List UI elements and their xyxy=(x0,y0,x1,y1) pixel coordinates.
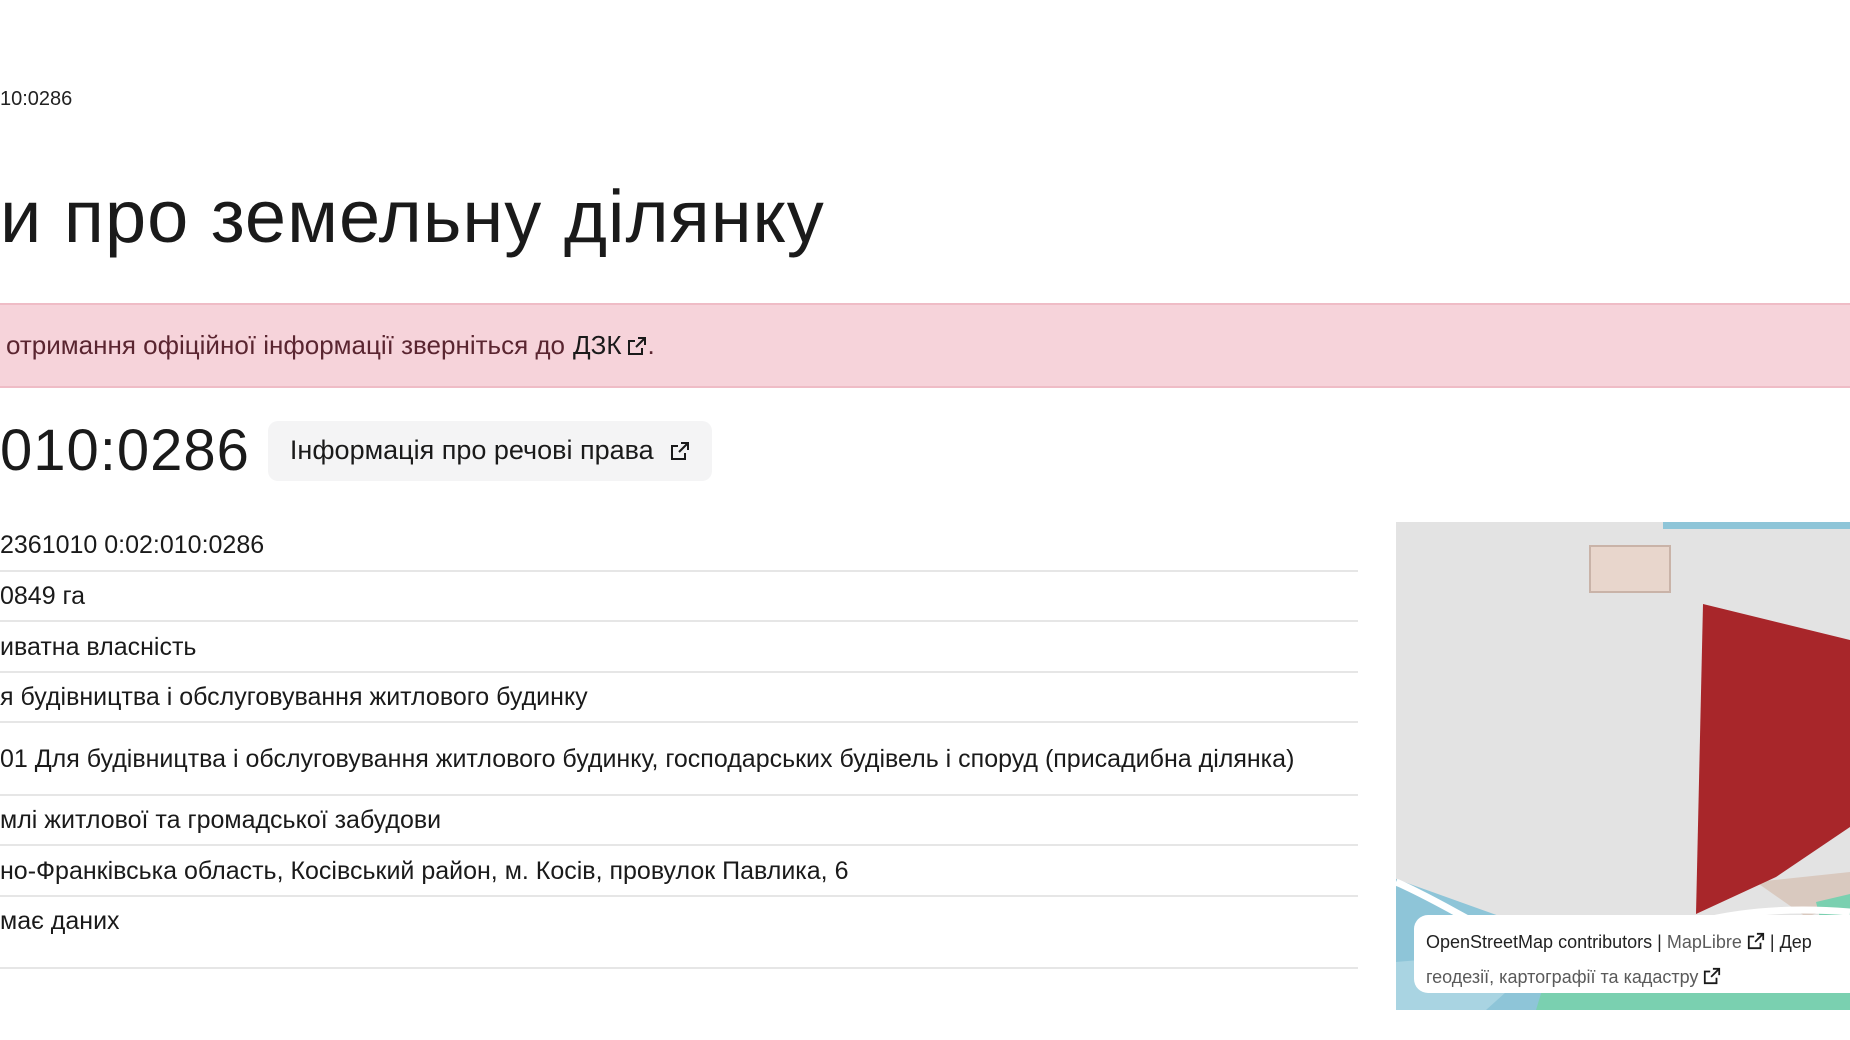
detail-other: має даних xyxy=(0,897,1358,969)
parcel-header: 010:0286 Інформація про речові права xyxy=(0,417,712,484)
maplibre-link[interactable]: MapLibre xyxy=(1667,932,1742,952)
alert-text: отримання офіційної інформації звернітьс… xyxy=(6,330,565,360)
dzk-link-label: ДЗК xyxy=(573,330,622,360)
dzk-link[interactable]: ДЗК xyxy=(573,330,647,361)
breadcrumb[interactable]: 10:0286 xyxy=(0,88,72,111)
detail-address: но-Франківська область, Косівський район… xyxy=(0,846,1358,897)
detail-purpose-code: 01 Для будівництва і обслуговування житл… xyxy=(0,723,1358,796)
detail-ownership: иватна власність xyxy=(0,622,1358,673)
parcel-details-list: 2361010 0:02:010:0286 0849 га иватна вла… xyxy=(0,520,1358,969)
detail-cadastral-number: 2361010 0:02:010:0286 xyxy=(0,520,1358,572)
attribution-line-1: OpenStreetMap contributors | MapLibre | … xyxy=(1426,925,1850,960)
map-water-strip xyxy=(1663,522,1850,529)
detail-purpose: я будівництва і обслуговування житлового… xyxy=(0,673,1358,723)
page-title: и про земельну ділянку xyxy=(0,175,825,258)
page: 10:0286 и про земельну ділянку отримання… xyxy=(0,0,1850,1040)
attribution-line-2: геодезії, картографії та кадастру xyxy=(1426,960,1850,995)
attribution-separator: | xyxy=(1657,932,1662,952)
official-info-alert: отримання офіційної інформації звернітьс… xyxy=(0,303,1850,388)
map-building xyxy=(1589,545,1671,593)
property-rights-button[interactable]: Інформація про речові права xyxy=(267,420,712,481)
cadastral-number: 010:0286 xyxy=(0,418,250,483)
property-rights-label: Інформація про речові права xyxy=(289,435,654,465)
osm-attribution-link[interactable]: OpenStreetMap contributors xyxy=(1426,932,1652,952)
detail-area: 0849 га xyxy=(0,572,1358,622)
external-link-icon xyxy=(1747,932,1765,950)
external-link-icon xyxy=(628,336,647,355)
cadastre-attribution-link[interactable]: геодезії, картографії та кадастру xyxy=(1426,967,1698,987)
external-link-icon xyxy=(1704,967,1721,985)
external-link-icon xyxy=(670,441,689,460)
map-attribution: OpenStreetMap contributors | MapLibre | … xyxy=(1414,915,1850,993)
detail-land-category: млі житлової та громадської забудови xyxy=(0,796,1358,846)
alert-suffix: . xyxy=(647,330,655,360)
derzh-attribution-link[interactable]: | Дер xyxy=(1770,932,1812,952)
